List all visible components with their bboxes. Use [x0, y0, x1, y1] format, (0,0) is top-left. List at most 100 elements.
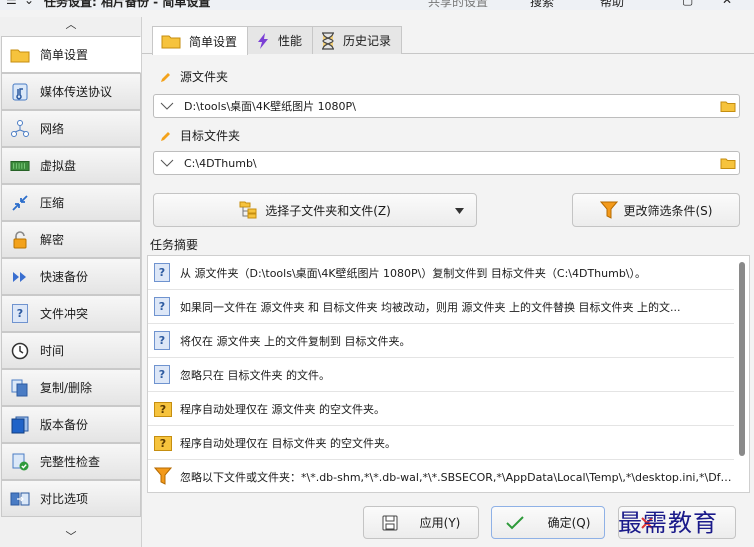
close-icon[interactable]: ✕ — [722, 0, 732, 7]
fast-forward-icon — [10, 267, 30, 287]
apply-button[interactable]: 应用(Y) — [363, 506, 479, 539]
summary-row: ? 忽略只在 目标文件夹 的文件。 — [148, 358, 734, 392]
sidebar-item-time[interactable]: 时间 — [1, 332, 141, 369]
source-folder-path[interactable]: D:\tools\桌面\4K壁纸图片 1080P\ — [184, 98, 717, 114]
watermark-text: 最需教育 — [618, 509, 718, 537]
hourglass-icon — [321, 31, 335, 50]
target-folder-path[interactable]: C:\4DThumb\ — [184, 157, 717, 170]
hamburger-icon[interactable]: ☰ — [6, 0, 17, 7]
summary-row: ? 将仅在 源文件夹 上的文件复制到 目标文件夹。 — [148, 324, 734, 358]
change-filter-label: 更改筛选条件(S) — [623, 203, 713, 218]
tab-bar: 简单设置 性能 历史记录 — [152, 26, 403, 55]
summary-scrollbar-thumb[interactable] — [739, 262, 745, 456]
summary-row: 忽略以下文件或文件夹：*\*.db-shm,*\*.db-wal,*\*.SBS… — [148, 460, 734, 492]
sidebar-item-label: 压缩 — [40, 196, 65, 210]
target-folder-field[interactable]: C:\4DThumb\ — [153, 151, 740, 175]
summary-row-text: 程序自动处理仅在 目标文件夹 的空文件夹。 — [180, 436, 396, 450]
filter-icon — [154, 467, 172, 487]
summary-list: ? 从 源文件夹（D:\tools\桌面\4K壁纸图片 1080P\）复制文件到… — [147, 255, 750, 493]
sidebar-item-label: 完整性检查 — [40, 455, 101, 469]
sidebar-item-label: 对比选项 — [40, 492, 89, 506]
summary-scrollbar[interactable] — [738, 258, 746, 490]
sidebar-item-file-conflict[interactable]: ? 文件冲突 — [1, 295, 141, 332]
minimize-icon[interactable]: ▢ — [682, 0, 693, 7]
filter-icon — [599, 201, 618, 219]
summary-row: ? 程序自动处理仅在 目标文件夹 的空文件夹。 — [148, 426, 734, 460]
dropdown-arrow-icon[interactable] — [455, 203, 464, 217]
shared-settings-menu[interactable]: 共享的设置 — [428, 0, 488, 10]
sidebar-item-network[interactable]: 网络 — [1, 110, 141, 147]
tab-label: 性能 — [278, 34, 303, 48]
sidebar-item-label: 简单设置 — [40, 48, 89, 62]
ok-button[interactable]: 确定(Q) — [491, 506, 605, 539]
target-folder-label: 目标文件夹 — [160, 127, 240, 144]
summary-row-text: 程序自动处理仅在 源文件夹 的空文件夹。 — [180, 402, 385, 416]
title-bar: ☰ ⌄ 任务设置: 相片备份 - 简单设置 共享的设置 搜索 帮助 ▢ ✕ — [0, 0, 754, 10]
summary-row-text: 如果同一文件在 源文件夹 和 目标文件夹 均被改动，则用 源文件夹 上的文件替换… — [180, 300, 681, 314]
sidebar-scroll-down-icon[interactable]: ﹀ — [0, 529, 142, 545]
checkmark-icon — [505, 515, 524, 530]
main-panel: 简单设置 性能 历史记录 源文件夹 D:\tools\桌面\4K壁纸图片 108… — [142, 17, 754, 547]
sidebar-item-label: 文件冲突 — [40, 307, 89, 321]
sidebar-item-copy-delete[interactable]: 复制/删除 — [1, 369, 141, 406]
sidebar-item-compress[interactable]: 压缩 — [1, 184, 141, 221]
media-device-icon — [10, 82, 30, 102]
search-button[interactable]: 搜索 — [530, 0, 554, 10]
sidebar-item-integrity-check[interactable]: 完整性检查 — [1, 443, 141, 480]
summary-row-text: 忽略以下文件或文件夹：*\*.db-shm,*\*.db-wal,*\*.SBS… — [180, 471, 732, 484]
summary-row: ? 从 源文件夹（D:\tools\桌面\4K壁纸图片 1080P\）复制文件到… — [148, 256, 734, 290]
summary-row-text: 将仅在 源文件夹 上的文件复制到 目标文件夹。 — [180, 334, 411, 348]
save-icon — [382, 515, 398, 531]
tab-simple-settings[interactable]: 简单设置 — [152, 26, 249, 55]
sidebar: ︿ 简单设置 媒体传送协议 网络 虚拟盘 压缩 解密 快速备份 ? 文件冲突 时… — [0, 17, 142, 547]
folder-icon — [161, 33, 181, 49]
select-subfolders-label: 选择子文件夹和文件(Z) — [265, 203, 391, 218]
sidebar-item-compare-options[interactable]: 对比选项 — [1, 480, 141, 517]
summary-title: 任务摘要 — [150, 238, 199, 252]
sidebar-item-simple-settings[interactable]: 简单设置 — [1, 36, 141, 73]
version-icon — [10, 415, 30, 435]
sidebar-scroll-up-icon[interactable]: ︿ — [0, 17, 142, 33]
question-icon: ? — [154, 330, 172, 351]
lightning-icon — [256, 32, 270, 50]
tab-label: 简单设置 — [189, 34, 238, 49]
chevron-down-icon[interactable]: ⌄ — [24, 0, 34, 7]
network-icon — [10, 119, 30, 139]
lock-icon — [10, 230, 30, 250]
sidebar-item-virtual-disk[interactable]: 虚拟盘 — [1, 147, 141, 184]
sidebar-item-label: 快速备份 — [40, 270, 89, 284]
source-folder-field[interactable]: D:\tools\桌面\4K壁纸图片 1080P\ — [153, 94, 740, 118]
question-icon: ? — [154, 262, 172, 283]
window-title: 任务设置: 相片备份 - 简单设置 — [44, 0, 211, 9]
select-subfolders-button[interactable]: 选择子文件夹和文件(Z) — [153, 193, 477, 227]
sidebar-item-version-backup[interactable]: 版本备份 — [1, 406, 141, 443]
sidebar-item-media-transfer[interactable]: 媒体传送协议 — [1, 73, 141, 110]
folder-question-icon: ? — [154, 433, 172, 453]
browse-folder-icon[interactable] — [717, 100, 739, 112]
summary-row: ? 程序自动处理仅在 源文件夹 的空文件夹。 — [148, 392, 734, 426]
tab-performance[interactable]: 性能 — [247, 26, 314, 54]
tab-label: 历史记录 — [343, 34, 392, 48]
browse-folder-icon[interactable] — [717, 157, 739, 169]
folder-icon — [10, 45, 30, 65]
pencil-icon — [160, 130, 172, 142]
source-folder-label: 源文件夹 — [160, 68, 228, 85]
chevron-down-icon[interactable] — [160, 159, 176, 167]
pencil-icon — [160, 71, 172, 83]
sidebar-item-decrypt[interactable]: 解密 — [1, 221, 141, 258]
clock-icon — [10, 341, 30, 361]
folder-tree-icon — [239, 201, 259, 219]
sidebar-item-label: 网络 — [40, 122, 65, 136]
copy-delete-icon — [10, 378, 30, 398]
sidebar-item-label: 解密 — [40, 233, 65, 247]
change-filter-button[interactable]: 更改筛选条件(S) — [572, 193, 740, 227]
chevron-down-icon[interactable] — [160, 102, 176, 110]
sidebar-item-label: 版本备份 — [40, 418, 89, 432]
summary-row: ? 如果同一文件在 源文件夹 和 目标文件夹 均被改动，则用 源文件夹 上的文件… — [148, 290, 734, 324]
apply-label: 应用(Y) — [419, 516, 461, 530]
source-folder-label-text: 源文件夹 — [180, 70, 229, 84]
help-button[interactable]: 帮助 — [600, 0, 624, 10]
tab-history[interactable]: 历史记录 — [312, 26, 403, 54]
sidebar-item-label: 媒体传送协议 — [40, 85, 113, 99]
sidebar-item-fast-backup[interactable]: 快速备份 — [1, 258, 141, 295]
